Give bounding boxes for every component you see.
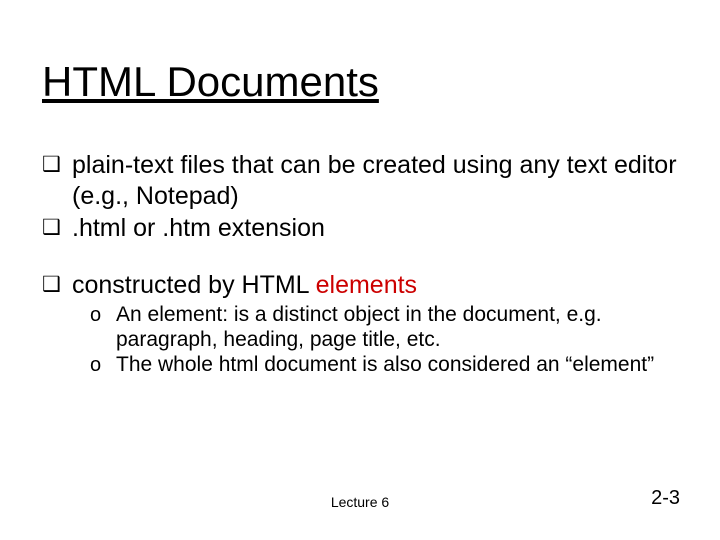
bullet-text: .html or .htm extension (72, 213, 678, 244)
sub-bullet-item: o An element: is a distinct object in th… (90, 302, 678, 352)
slide-content: ❑ plain-text files that can be created u… (42, 150, 678, 378)
slide-title: HTML Documents (42, 58, 379, 106)
bullet-item: ❑ plain-text files that can be created u… (42, 150, 678, 211)
page-number: 2-3 (651, 487, 680, 510)
square-bullet-icon: ❑ (42, 213, 72, 242)
bullet-item: ❑ .html or .htm extension (42, 213, 678, 244)
sub-list: o An element: is a distinct object in th… (90, 302, 678, 378)
square-bullet-icon: ❑ (42, 150, 72, 179)
footer-text: Lecture 6 (0, 494, 720, 510)
slide: HTML Documents ❑ plain-text files that c… (0, 0, 720, 540)
sub-bullet-text: An element: is a distinct object in the … (116, 302, 678, 352)
square-bullet-icon: ❑ (42, 270, 72, 299)
sub-bullet-item: o The whole html document is also consid… (90, 352, 678, 378)
circle-bullet-icon: o (90, 352, 116, 378)
circle-bullet-icon: o (90, 302, 116, 328)
bullet-text-emphasis: elements (316, 271, 417, 299)
bullet-text: plain-text files that can be created usi… (72, 150, 678, 211)
bullet-text: constructed by HTML elements (72, 270, 678, 301)
spacer (42, 246, 678, 270)
bullet-item: ❑ constructed by HTML elements (42, 270, 678, 301)
sub-bullet-text: The whole html document is also consider… (116, 352, 678, 377)
bullet-text-prefix: constructed by HTML (72, 271, 316, 299)
